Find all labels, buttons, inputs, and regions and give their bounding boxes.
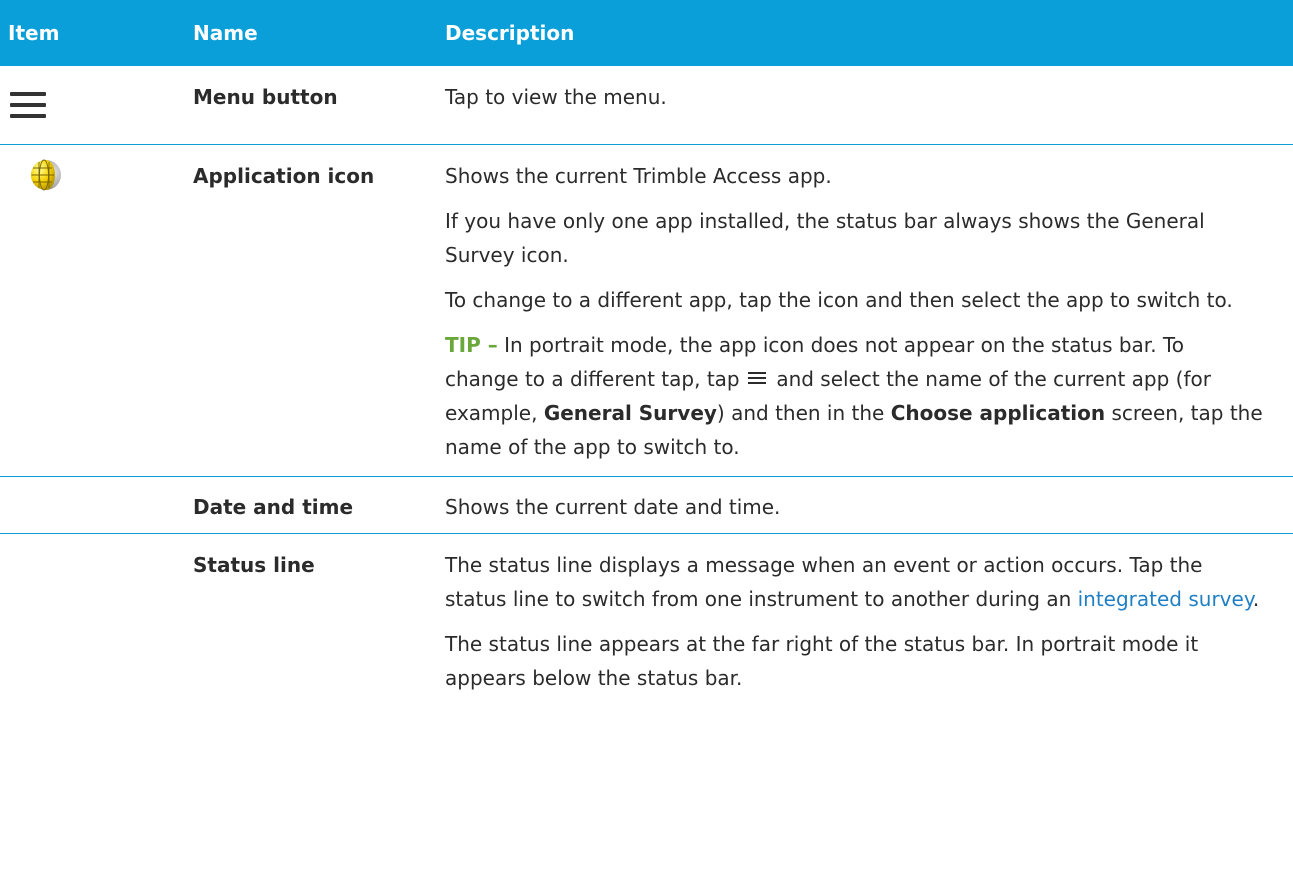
header-name: Name <box>193 21 258 45</box>
status-bar-items-table: Item Name Description Menu button Tap to… <box>0 0 1293 707</box>
name-cell: Date and time <box>193 494 354 519</box>
menu-icon <box>747 369 766 387</box>
tip-text: TIP – In portrait mode, the app icon doe… <box>445 328 1263 464</box>
description-text: Tap to view the menu. <box>445 85 667 109</box>
table-header-row: Item Name Description <box>0 0 1293 66</box>
name-cell: Status line <box>193 552 315 577</box>
table-row: Application icon Shows the current Trimb… <box>0 144 1293 476</box>
description-cell: Shows the current date and time. <box>442 476 1293 533</box>
tip-label: TIP – <box>445 332 498 357</box>
tip-bold: Choose application <box>890 400 1106 425</box>
menu-icon <box>10 92 46 118</box>
description-text: The status line displays a message when … <box>445 548 1263 616</box>
globe-icon <box>31 159 61 190</box>
item-cell <box>0 476 190 533</box>
description-cell: The status line displays a message when … <box>442 533 1293 707</box>
name-cell: Menu button <box>193 85 338 109</box>
description-text: The status line appears at the far right… <box>445 631 1199 690</box>
item-cell <box>0 66 190 144</box>
description-cell: Tap to view the menu. <box>442 66 1293 144</box>
description-text: Shows the current date and time. <box>445 494 781 519</box>
table-row: Menu button Tap to view the menu. <box>0 66 1293 144</box>
description-part: . <box>1252 586 1260 611</box>
header-item: Item <box>8 21 60 45</box>
header-description: Description <box>445 21 575 45</box>
item-cell <box>0 144 190 476</box>
description-cell: Shows the current Trimble Access app. If… <box>442 144 1293 476</box>
tip-bold: General Survey <box>543 400 717 425</box>
tip-part: ) and then in the <box>716 400 891 425</box>
table-row: Date and time Shows the current date and… <box>0 476 1293 533</box>
description-text: To change to a different app, tap the ic… <box>445 287 1233 312</box>
integrated-survey-link[interactable]: integrated survey <box>1078 587 1253 611</box>
description-text: Shows the current Trimble Access app. <box>445 163 832 188</box>
name-cell: Application icon <box>193 163 375 188</box>
item-cell <box>0 533 190 707</box>
table-row: Status line The status line displays a m… <box>0 533 1293 707</box>
description-text: If you have only one app installed, the … <box>445 208 1205 267</box>
